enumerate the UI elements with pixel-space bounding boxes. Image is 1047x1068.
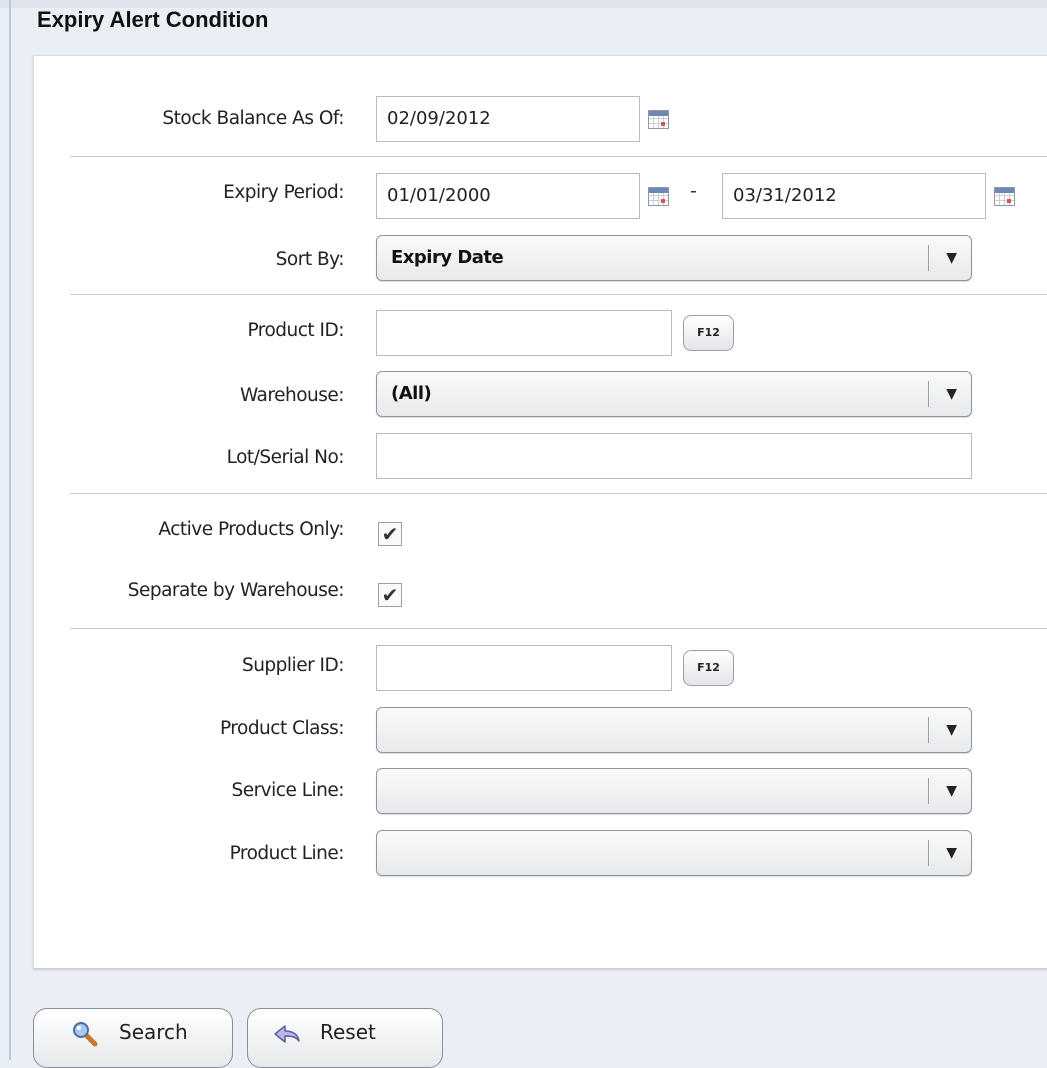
separator bbox=[70, 493, 1047, 494]
sort-by-select[interactable]: Expiry Date ▼ bbox=[376, 235, 972, 281]
expiry-to-input[interactable]: 03/31/2012 bbox=[722, 173, 986, 219]
lot-serial-input[interactable] bbox=[376, 433, 972, 479]
product-id-input[interactable] bbox=[376, 310, 672, 356]
separator bbox=[70, 628, 1047, 629]
lot-serial-label: Lot/Serial No: bbox=[226, 447, 345, 468]
left-rule bbox=[9, 0, 11, 1060]
expiry-period-label: Expiry Period: bbox=[223, 182, 344, 203]
product-class-label: Product Class: bbox=[219, 718, 345, 739]
search-icon bbox=[72, 1021, 98, 1052]
calendar-icon[interactable] bbox=[994, 187, 1015, 206]
warehouse-select[interactable]: (All) ▼ bbox=[376, 371, 972, 417]
chevron-down-icon: ▼ bbox=[946, 845, 957, 861]
page-title: Expiry Alert Condition bbox=[37, 7, 269, 32]
search-button-label: Search bbox=[119, 1020, 188, 1044]
select-divider bbox=[928, 717, 929, 743]
separate-warehouse-label: Separate by Warehouse: bbox=[127, 580, 345, 601]
reset-button-label: Reset bbox=[320, 1020, 376, 1044]
select-divider bbox=[928, 381, 929, 407]
active-products-label: Active Products Only: bbox=[158, 519, 344, 540]
chevron-down-icon: ▼ bbox=[946, 783, 957, 799]
warehouse-value: (All) bbox=[391, 383, 432, 404]
chevron-down-icon: ▼ bbox=[946, 250, 957, 266]
stock-balance-input[interactable]: 02/09/2012 bbox=[376, 96, 640, 142]
active-products-checkbox[interactable]: ✔ bbox=[378, 522, 402, 546]
calendar-icon[interactable] bbox=[648, 110, 669, 129]
stock-balance-label: Stock Balance As Of: bbox=[162, 108, 344, 129]
sort-by-label: Sort By: bbox=[275, 249, 345, 270]
reset-button[interactable]: Reset bbox=[247, 1008, 443, 1068]
separator bbox=[70, 156, 1047, 157]
separator bbox=[70, 294, 1047, 295]
supplier-id-input[interactable] bbox=[376, 645, 672, 691]
product-line-label: Product Line: bbox=[229, 843, 345, 864]
chevron-down-icon: ▼ bbox=[946, 386, 957, 402]
product-class-select[interactable]: ▼ bbox=[376, 707, 972, 753]
search-button[interactable]: Search bbox=[33, 1008, 233, 1068]
warehouse-label: Warehouse: bbox=[239, 385, 345, 406]
date-range-separator: - bbox=[690, 180, 697, 202]
separate-warehouse-checkbox[interactable]: ✔ bbox=[378, 583, 402, 607]
product-lookup-button[interactable]: F12 bbox=[683, 315, 734, 351]
select-divider bbox=[928, 245, 929, 271]
expiry-from-input[interactable]: 01/01/2000 bbox=[376, 173, 640, 219]
supplier-id-label: Supplier ID: bbox=[241, 655, 345, 676]
select-divider bbox=[928, 778, 929, 804]
select-divider bbox=[928, 840, 929, 866]
sort-by-value: Expiry Date bbox=[391, 247, 504, 268]
calendar-icon[interactable] bbox=[648, 187, 669, 206]
product-line-select[interactable]: ▼ bbox=[376, 830, 972, 876]
reset-icon bbox=[272, 1021, 302, 1052]
chevron-down-icon: ▼ bbox=[946, 722, 957, 738]
supplier-lookup-button[interactable]: F12 bbox=[683, 650, 734, 686]
service-line-select[interactable]: ▼ bbox=[376, 768, 972, 814]
product-id-label: Product ID: bbox=[247, 320, 344, 341]
service-line-label: Service Line: bbox=[231, 780, 344, 801]
